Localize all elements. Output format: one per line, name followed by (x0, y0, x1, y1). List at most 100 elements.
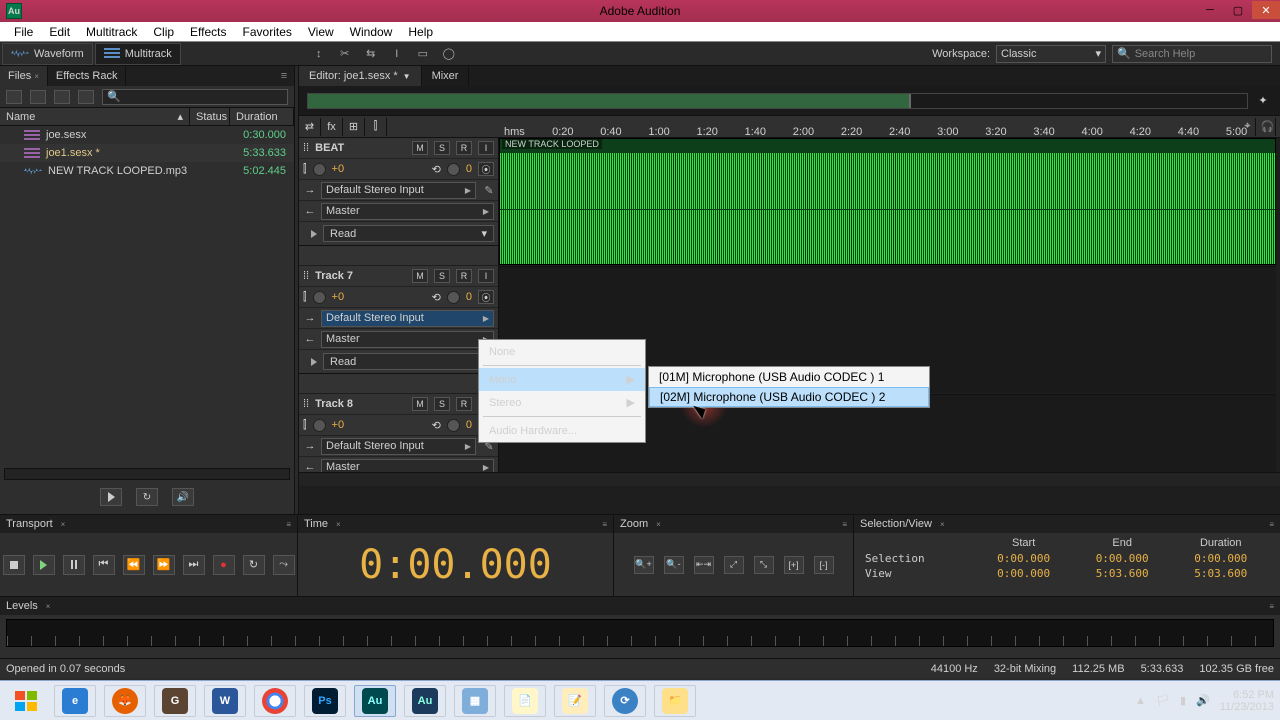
volume-knob[interactable] (313, 163, 326, 176)
track-name[interactable]: BEAT (315, 142, 406, 154)
panel-options-button[interactable]: ≡ (1269, 602, 1274, 611)
selection-end[interactable]: 0:00.000 (1073, 551, 1172, 566)
taskbar-app[interactable]: ⟳ (604, 685, 646, 717)
file-filter-input[interactable]: 🔍 (102, 89, 288, 105)
phase-button[interactable]: ⦿ (478, 290, 494, 304)
tray-clock[interactable]: 6:52 PM 11/23/2013 (1220, 689, 1274, 713)
tab-effects-rack[interactable]: Effects Rack (48, 66, 127, 86)
track-name[interactable]: Track 7 (315, 270, 406, 282)
track-name[interactable]: Track 8 (315, 398, 406, 410)
menu-item-mono[interactable]: Mono▶ (479, 368, 645, 391)
record-arm-button[interactable]: R (456, 397, 472, 411)
taskbar-firefox[interactable]: 🦊 (104, 685, 146, 717)
output-dropdown[interactable]: Master▶ (321, 203, 494, 220)
time-display[interactable]: 0:00.000 (298, 533, 613, 596)
goto-start-button[interactable]: ⏮ (93, 555, 115, 575)
col-name[interactable]: Name (6, 111, 35, 123)
zoom-out-h-button[interactable]: 🔍- (664, 556, 684, 574)
lasso-tool[interactable]: ◯ (441, 46, 457, 62)
view-waveform-tab[interactable]: Waveform (2, 43, 93, 65)
list-item[interactable]: joe.sesx 0:30.000 (0, 126, 294, 144)
mute-button[interactable]: M (412, 269, 428, 283)
razor-tool[interactable]: ✂ (337, 46, 353, 62)
output-dropdown[interactable]: Master▶ (321, 331, 494, 348)
menu-clip[interactable]: Clip (145, 25, 182, 39)
taskbar-explorer[interactable]: 📁 (654, 685, 696, 717)
zoom-out-v-button[interactable]: ⤡ (754, 556, 774, 574)
view-start[interactable]: 0:00.000 (974, 566, 1073, 581)
taskbar-photoshop[interactable]: Ps (304, 685, 346, 717)
menu-file[interactable]: File (6, 25, 41, 39)
pan-knob[interactable] (447, 291, 460, 304)
auto-play-button[interactable]: 🔊 (172, 488, 194, 506)
pan-knob[interactable] (447, 163, 460, 176)
monitor-button[interactable]: I (478, 269, 494, 283)
audio-clip[interactable]: NEW TRACK LOOPED (499, 138, 1276, 265)
view-end[interactable]: 5:03.600 (1073, 566, 1172, 581)
goto-end-button[interactable]: ⏭ (183, 555, 205, 575)
volume-knob[interactable] (313, 419, 326, 432)
menu-multitrack[interactable]: Multitrack (78, 25, 145, 39)
mute-button[interactable]: M (412, 397, 428, 411)
timeline-hscrollbar[interactable] (299, 472, 1280, 486)
marquee-tool[interactable]: ▭ (415, 46, 431, 62)
taskbar-notepad2[interactable]: 📝 (554, 685, 596, 717)
taskbar-audition[interactable]: Au (404, 685, 446, 717)
record-arm-button[interactable]: R (456, 141, 472, 155)
phase-button[interactable]: ⦿ (478, 162, 494, 176)
menu-favorites[interactable]: Favorites (235, 25, 300, 39)
open-file-button[interactable] (6, 90, 22, 104)
menu-window[interactable]: Window (342, 25, 401, 39)
skip-selection-button[interactable]: ⤳ (273, 555, 295, 575)
taskbar-ie[interactable]: e (54, 685, 96, 717)
record-button[interactable]: ● (213, 555, 235, 575)
zoom-in-h-button[interactable]: 🔍+ (634, 556, 654, 574)
workspace-preset-dropdown[interactable]: Classic▾ (996, 45, 1106, 63)
eq-button[interactable]: ⫿ (365, 118, 387, 136)
mute-button[interactable]: M (412, 141, 428, 155)
automation-mode-dropdown[interactable]: Read▾ (323, 225, 494, 242)
zoom-sel-out-button[interactable]: [-] (814, 556, 834, 574)
help-search-input[interactable]: 🔍 Search Help (1112, 45, 1272, 63)
track-reorder-handle[interactable]: ⁞⁞ (303, 270, 309, 282)
overview-options[interactable]: ✦ (1254, 94, 1272, 107)
close-file-button[interactable] (54, 90, 70, 104)
panel-options-button[interactable]: ≡ (842, 520, 847, 529)
list-item[interactable]: NEW TRACK LOOPED.mp3 5:02.445 (0, 162, 294, 180)
menu-item-stereo[interactable]: Stereo▶ (479, 391, 645, 414)
toggle-inputs-button[interactable]: ⇄ (299, 118, 321, 136)
automation-mode-dropdown[interactable]: Read▾ (323, 353, 494, 370)
menu-item-none[interactable]: None (479, 340, 645, 363)
selection-start[interactable]: 0:00.000 (974, 551, 1073, 566)
start-button[interactable] (6, 684, 46, 718)
files-hscrollbar[interactable] (4, 468, 290, 480)
panel-options-button[interactable]: ≡ (274, 70, 294, 82)
taskbar-chrome[interactable] (254, 685, 296, 717)
automation-toggle[interactable] (311, 358, 317, 366)
rewind-button[interactable]: ⏪ (123, 555, 145, 575)
menu-edit[interactable]: Edit (41, 25, 78, 39)
volume-knob[interactable] (313, 291, 326, 304)
col-status[interactable]: Status (196, 111, 227, 123)
volume-value[interactable]: +0 (332, 163, 345, 175)
panel-options-button[interactable]: ≡ (602, 520, 607, 529)
menu-view[interactable]: View (300, 25, 342, 39)
preview-play-button[interactable] (100, 488, 122, 506)
input-edit-button[interactable]: ✎ (480, 184, 498, 197)
editor-tab[interactable]: Editor: joe1.sesx *▼ (299, 66, 422, 86)
menu-help[interactable]: Help (400, 25, 441, 39)
menu-item-mic1[interactable]: [01M] Microphone (USB Audio CODEC ) 1 (649, 367, 929, 387)
view-dur[interactable]: 5:03.600 (1171, 566, 1270, 581)
move-tool[interactable]: ↕ (311, 46, 327, 62)
stop-button[interactable] (3, 555, 25, 575)
panel-options-button[interactable]: ≡ (286, 520, 291, 529)
taskbar-word[interactable]: W (204, 685, 246, 717)
tray-arrow-icon[interactable]: ▲ (1135, 695, 1146, 707)
input-dropdown[interactable]: Default Stereo Input▶ (321, 310, 494, 327)
input-dropdown[interactable]: Default Stereo Input▶ (321, 438, 476, 455)
taskbar-notepad[interactable]: 📄 (504, 685, 546, 717)
system-tray[interactable]: ▲ 🏳 ▮ 🔊 6:52 PM 11/23/2013 (1135, 689, 1274, 713)
panel-options-button[interactable]: ≡ (1269, 520, 1274, 529)
track-reorder-handle[interactable]: ⁞⁞ (303, 398, 309, 410)
menu-item-mic2[interactable]: [02M] Microphone (USB Audio CODEC ) 2 (649, 387, 929, 407)
